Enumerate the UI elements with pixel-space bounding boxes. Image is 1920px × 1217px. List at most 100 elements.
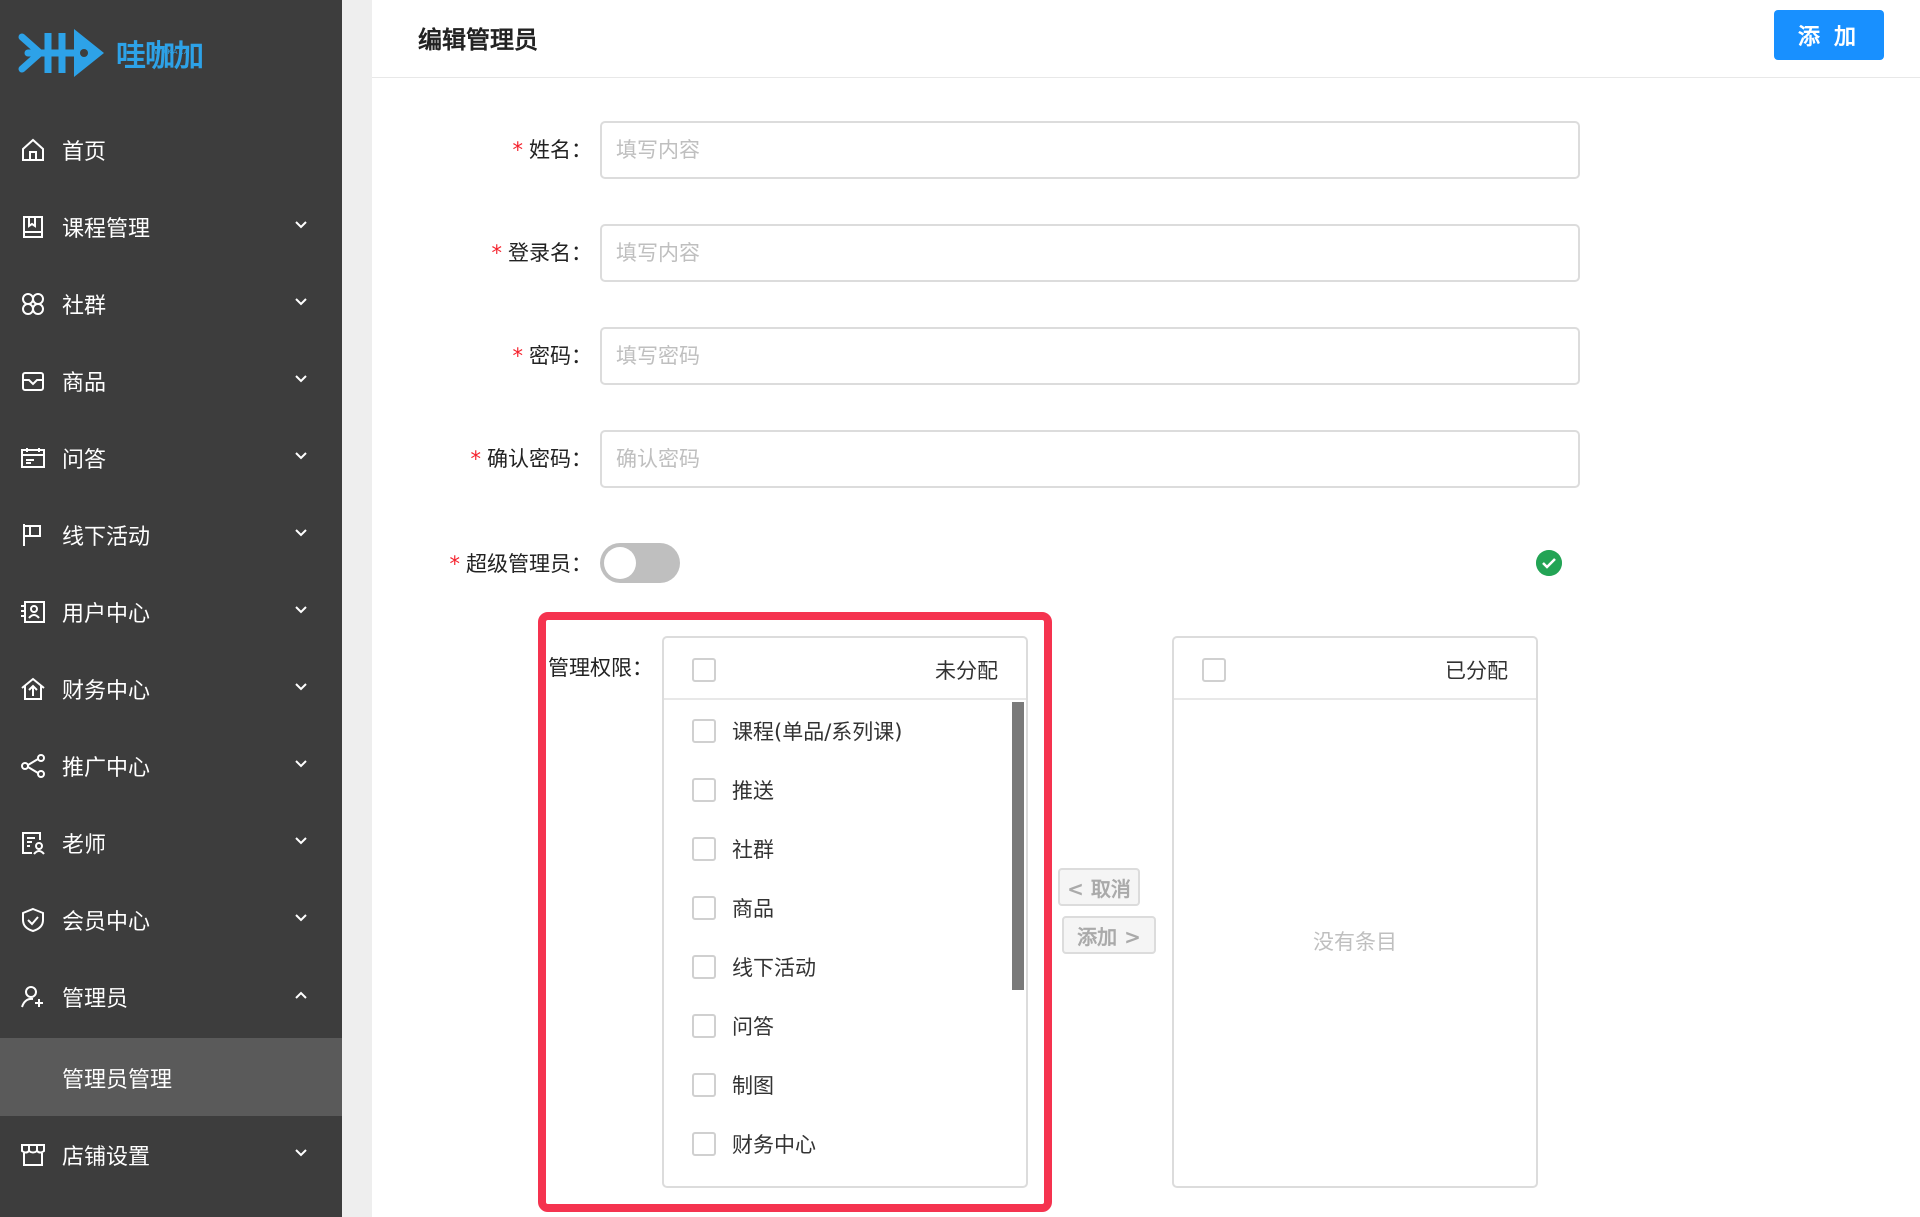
item-checkbox[interactable] xyxy=(692,778,716,802)
chevron-down-icon xyxy=(295,760,307,768)
sidebar-item-label: 财务中心 xyxy=(62,679,151,704)
cancel-transfer-button[interactable]: < 取消 xyxy=(1058,868,1140,906)
sidebar-item-label: 推广中心 xyxy=(62,756,151,781)
sidebar-item-shop-settings[interactable]: 店铺设置 xyxy=(0,1116,342,1193)
confirm-password-input[interactable] xyxy=(600,430,1580,488)
empty-state-text: 没有条目 xyxy=(1313,930,1397,954)
page-title: 编辑管理员 xyxy=(418,26,538,54)
sidebar-item-promotion[interactable]: 推广中心 xyxy=(0,727,342,804)
item-label: 商品 xyxy=(732,897,774,921)
list-scrollbar[interactable] xyxy=(1012,702,1024,990)
sidebar-item-label: 管理员 xyxy=(62,987,129,1012)
sidebar-item-label: 首页 xyxy=(62,140,107,165)
item-label: 财务中心 xyxy=(732,1133,816,1157)
list-item[interactable]: 财务中心 xyxy=(664,1115,1026,1173)
sidebar-item-label: 线下活动 xyxy=(62,525,151,550)
chevron-up-icon xyxy=(295,991,307,999)
required-mark: * xyxy=(512,344,524,368)
toggle-knob xyxy=(604,547,636,579)
login-name-label-text: 登录名： xyxy=(508,241,592,265)
list-item[interactable]: 线下活动 xyxy=(664,938,1026,996)
user-card-icon xyxy=(21,601,45,623)
sidebar-item-qa[interactable]: 问答 xyxy=(0,419,342,496)
list-item[interactable]: 社群 xyxy=(664,820,1026,878)
chevron-down-icon xyxy=(295,683,307,691)
item-label: 课程(单品/系列课) xyxy=(732,720,903,744)
required-mark: * xyxy=(470,447,482,471)
list-item[interactable]: 课程(单品/系列课) xyxy=(664,702,1026,760)
item-label: 线下活动 xyxy=(732,956,816,980)
teacher-icon xyxy=(22,832,45,855)
item-checkbox[interactable] xyxy=(692,955,716,979)
item-checkbox[interactable] xyxy=(692,1073,716,1097)
select-all-checkbox[interactable] xyxy=(1202,658,1226,682)
shop-icon xyxy=(21,1144,45,1166)
submit-add-button[interactable]: 添 加 xyxy=(1774,10,1884,60)
sidebar-item-offline-event[interactable]: 线下活动 xyxy=(0,496,342,573)
home-icon xyxy=(22,138,44,161)
required-mark: * xyxy=(512,138,524,162)
sidebar-item-admin[interactable]: 管理员 xyxy=(0,958,342,1035)
password-input[interactable] xyxy=(600,327,1580,385)
sidebar-item-label: 问答 xyxy=(62,448,107,473)
page-header: 编辑管理员 添 加 xyxy=(372,0,1920,78)
sidebar-subitem-admin-management[interactable]: 管理员管理 xyxy=(0,1038,342,1116)
list-item[interactable]: 问答 xyxy=(664,997,1026,1055)
share-icon xyxy=(21,754,45,778)
chevron-down-icon xyxy=(295,221,307,229)
item-checkbox[interactable] xyxy=(692,719,716,743)
transfer-title: 已分配 xyxy=(1445,659,1508,683)
select-all-checkbox[interactable] xyxy=(692,658,716,682)
chevron-down-icon xyxy=(295,1149,307,1157)
add-transfer-button[interactable]: 添加 > xyxy=(1062,916,1156,954)
chevron-down-icon xyxy=(295,375,307,383)
login-name-input[interactable] xyxy=(600,224,1580,282)
password-label-text: 密码： xyxy=(529,344,592,368)
list-item[interactable]: 商品 xyxy=(664,879,1026,937)
item-checkbox[interactable] xyxy=(692,1014,716,1038)
required-mark: * xyxy=(491,241,503,265)
list-item[interactable]: 制图 xyxy=(664,1056,1026,1114)
name-label: * 姓名： xyxy=(292,134,593,164)
transfer-header: 已分配 xyxy=(1174,638,1536,700)
sidebar-item-label: 商品 xyxy=(62,371,107,396)
sidebar-item-finance[interactable]: 财务中心 xyxy=(0,650,342,727)
chevron-down-icon xyxy=(295,606,307,614)
login-name-label: * 登录名： xyxy=(292,237,593,267)
book-icon xyxy=(23,216,43,238)
chevron-down-icon xyxy=(295,837,307,845)
transfer-list-assigned: 已分配 没有条目 xyxy=(1172,636,1538,1188)
main-panel: 编辑管理员 添 加 *姓名： *登录名： *密码： *确认密码： *超级管理员：… xyxy=(372,0,1920,1217)
sidebar-item-course[interactable]: 课程管理 xyxy=(0,188,342,265)
flag-icon xyxy=(23,524,41,546)
sidebar-item-label: 老师 xyxy=(62,833,107,858)
item-checkbox[interactable] xyxy=(692,1132,716,1156)
goods-icon xyxy=(22,372,44,391)
name-input[interactable] xyxy=(600,121,1580,179)
transfer-title: 未分配 xyxy=(935,659,998,683)
chevron-down-icon xyxy=(295,914,307,922)
sidebar-item-member[interactable]: 会员中心 xyxy=(0,881,342,958)
sidebar: 哇咖加 WAKAKA 首页 课程管理 社群 商品 问答 线下活动 用户中心 财务… xyxy=(0,0,342,1217)
sidebar-item-user-center[interactable]: 用户中心 xyxy=(0,573,342,650)
sidebar-subitem-label: 管理员管理 xyxy=(62,1068,173,1093)
super-admin-label-text: 超级管理员： xyxy=(466,552,592,576)
brand-subtitle: WAKAKA xyxy=(154,48,190,56)
sidebar-item-goods[interactable]: 商品 xyxy=(0,342,342,419)
list-item[interactable]: 推送 xyxy=(664,761,1026,819)
confirm-password-label-text: 确认密码： xyxy=(487,447,592,471)
sidebar-item-home[interactable]: 首页 xyxy=(0,111,342,188)
sidebar-item-community[interactable]: 社群 xyxy=(0,265,342,342)
sidebar-item-label: 店铺设置 xyxy=(62,1145,151,1170)
transfer-header: 未分配 xyxy=(664,638,1026,700)
item-checkbox[interactable] xyxy=(692,837,716,861)
super-admin-toggle[interactable] xyxy=(600,543,680,583)
password-label: * 密码： xyxy=(292,340,593,370)
required-mark: * xyxy=(449,552,461,576)
confirm-password-label: * 确认密码： xyxy=(292,443,593,473)
sidebar-item-teacher[interactable]: 老师 xyxy=(0,804,342,881)
item-checkbox[interactable] xyxy=(692,896,716,920)
sidebar-item-label: 社群 xyxy=(62,294,107,319)
sidebar-item-label: 课程管理 xyxy=(62,217,151,242)
shield-icon xyxy=(22,907,44,933)
